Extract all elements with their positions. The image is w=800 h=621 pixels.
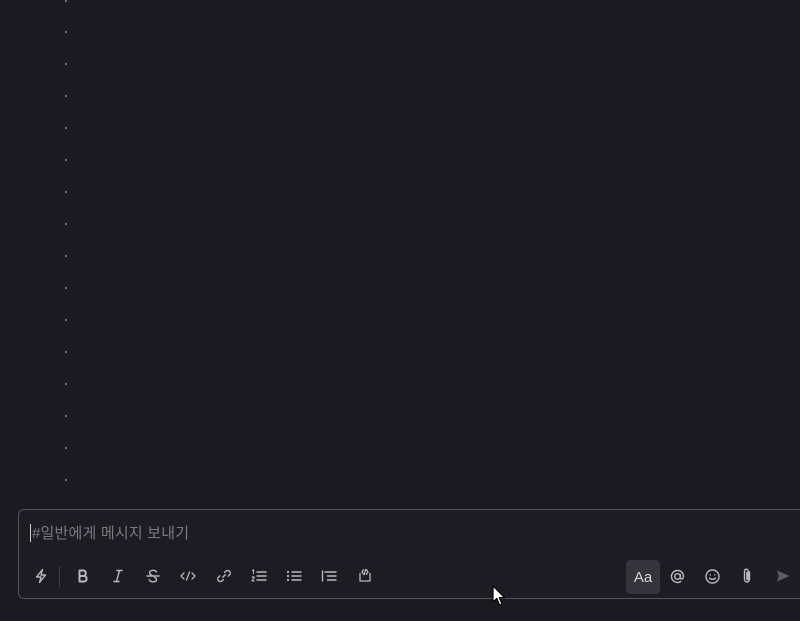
gutter-dot (65, 191, 67, 193)
gutter-dot (65, 31, 67, 33)
ordered-list-button[interactable] (244, 561, 274, 591)
code-block-button[interactable] (349, 561, 379, 591)
message-pane: #일반에게 메시지 보내기 Aa (0, 0, 800, 621)
gutter-dot (65, 0, 67, 2)
link-button[interactable] (209, 561, 239, 591)
message-input[interactable]: #일반에게 메시지 보내기 (19, 510, 800, 555)
emoji-button[interactable] (697, 561, 727, 591)
gutter-dot (65, 255, 67, 257)
mention-button[interactable] (662, 561, 692, 591)
gutter-dot (65, 351, 67, 353)
message-composer: #일반에게 메시지 보내기 Aa (18, 509, 800, 599)
text-caret (30, 523, 31, 542)
link-icon (216, 568, 232, 584)
send-icon (775, 568, 791, 584)
shortcuts-button[interactable] (26, 561, 56, 591)
strikethrough-icon (145, 568, 161, 584)
gutter-dot (65, 479, 67, 481)
indent-list-icon (320, 568, 338, 584)
send-button[interactable] (768, 561, 798, 591)
gutter-dot (65, 415, 67, 417)
inline-code-button[interactable] (173, 561, 203, 591)
emoji-icon (704, 568, 721, 585)
gutter-dot (65, 127, 67, 129)
bold-icon (75, 568, 91, 584)
strikethrough-button[interactable] (138, 561, 168, 591)
attachment-icon (739, 567, 755, 585)
ordered-list-icon (250, 568, 268, 584)
code-block-icon (355, 568, 373, 584)
italic-icon (110, 568, 126, 584)
toolbar-divider (59, 566, 60, 588)
gutter-dot (65, 223, 67, 225)
mention-icon (669, 568, 686, 585)
code-icon (179, 568, 197, 584)
message-input-placeholder: #일반에게 메시지 보내기 (32, 525, 190, 542)
italic-button[interactable] (103, 561, 133, 591)
gutter-dot (65, 95, 67, 97)
bulleted-list-icon (285, 568, 303, 584)
bulleted-list-button[interactable] (279, 561, 309, 591)
mouse-pointer-icon (492, 585, 506, 612)
formatting-toggle-label: Aa (633, 568, 653, 586)
gutter-dot (65, 383, 67, 385)
formatting-toolbar: Aa (19, 556, 800, 600)
gutter-dot (65, 287, 67, 289)
gutter-dot (65, 319, 67, 321)
gutter-dot (65, 159, 67, 161)
gutter-dot (65, 447, 67, 449)
attach-file-button[interactable] (732, 561, 762, 591)
formatting-toggle-button[interactable]: Aa (626, 560, 660, 594)
lightning-icon (33, 568, 49, 584)
gutter-dot (65, 63, 67, 65)
indent-list-button[interactable] (314, 561, 344, 591)
bold-button[interactable] (68, 561, 98, 591)
message-gutter-dots (65, 0, 69, 500)
